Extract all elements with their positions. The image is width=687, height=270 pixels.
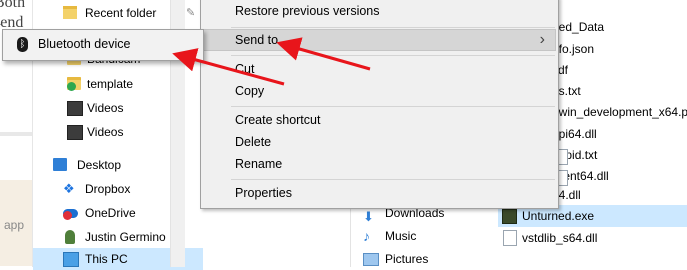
recent-folder-icon bbox=[63, 6, 77, 19]
menu-item-label: Send to bbox=[235, 33, 279, 47]
menu-separator bbox=[231, 27, 555, 28]
menu-item-restore-previous-versions[interactable]: Restore previous versions bbox=[203, 0, 556, 22]
video-folder-icon bbox=[67, 101, 83, 116]
video-folder-icon bbox=[67, 125, 83, 140]
submenu-item-bluetooth-device[interactable]: ᛒ Bluetooth device bbox=[5, 32, 201, 56]
pin-icon[interactable]: ✎ bbox=[186, 2, 195, 24]
nav-item-label: Justin Germino bbox=[85, 230, 166, 244]
menu-item-label: Rename bbox=[235, 157, 283, 171]
file-name: vstdlib_s64.dll bbox=[522, 231, 598, 245]
sync-status-icon bbox=[67, 82, 76, 91]
nav-item-label: Dropbox bbox=[85, 182, 131, 196]
send-to-submenu: ᛒ Bluetooth device bbox=[2, 29, 204, 61]
file-row-selected[interactable]: Unturned.exe bbox=[502, 206, 687, 226]
dll-file-icon bbox=[503, 230, 517, 246]
submenu-item-label: Bluetooth device bbox=[38, 37, 131, 51]
menu-item-properties[interactable]: Properties bbox=[203, 182, 556, 204]
file-list-pane: ned_Data nfo.json vdf es.txt _win_develo… bbox=[552, 0, 687, 267]
nav-item-label: Desktop bbox=[77, 158, 122, 172]
file-name: Unturned.exe bbox=[522, 209, 595, 223]
dropbox-icon: ❖ bbox=[63, 181, 75, 196]
user-icon bbox=[65, 230, 75, 244]
menu-item-label: Delete bbox=[235, 135, 272, 149]
nav-item-label: Videos bbox=[87, 125, 124, 139]
folder-list-pane: ⬇ Downloads ♪ Music Pictures bbox=[350, 200, 501, 267]
menu-item-send-to[interactable]: Send to › bbox=[203, 29, 556, 51]
list-item-label: Music bbox=[385, 229, 417, 243]
sync-error-icon bbox=[63, 211, 72, 220]
menu-separator bbox=[231, 179, 555, 180]
nav-item-label: Videos bbox=[87, 101, 124, 115]
pictures-icon bbox=[363, 253, 379, 266]
menu-item-copy[interactable]: Copy bbox=[203, 80, 556, 102]
menu-item-label: Cut bbox=[235, 62, 255, 76]
application-icon bbox=[502, 209, 517, 224]
nav-item-label: OneDrive bbox=[85, 206, 136, 220]
menu-item-label: Create shortcut bbox=[235, 113, 321, 127]
menu-item-cut[interactable]: Cut bbox=[203, 58, 556, 80]
menu-item-label: Copy bbox=[235, 84, 265, 98]
this-pc-icon bbox=[63, 252, 79, 267]
nav-item-label: Recent folder bbox=[85, 6, 157, 20]
menu-item-label: Properties bbox=[235, 186, 292, 200]
menu-item-label: Restore previous versions bbox=[235, 4, 380, 18]
menu-item-rename[interactable]: Rename bbox=[203, 153, 556, 175]
music-icon: ♪ bbox=[363, 228, 370, 244]
menu-separator bbox=[231, 106, 555, 107]
menu-item-delete[interactable]: Delete bbox=[203, 131, 556, 153]
app-label: app bbox=[4, 218, 25, 232]
menu-item-create-shortcut[interactable]: Create shortcut bbox=[203, 109, 556, 131]
context-menu: Restore previous versions Send to › Cut … bbox=[200, 0, 559, 209]
nav-item-label: template bbox=[87, 77, 134, 91]
menu-separator bbox=[231, 55, 555, 56]
file-name: _win_development_x64.p bbox=[552, 105, 687, 119]
file-row[interactable]: vstdlib_s64.dll bbox=[502, 228, 687, 248]
app-callout-box: app bbox=[0, 180, 32, 266]
file-name: ned_Data bbox=[552, 20, 605, 34]
page-divider bbox=[0, 132, 32, 136]
bluetooth-icon: ᛒ bbox=[17, 37, 28, 52]
submenu-arrow-icon: › bbox=[539, 31, 545, 48]
desktop-icon bbox=[53, 158, 67, 171]
